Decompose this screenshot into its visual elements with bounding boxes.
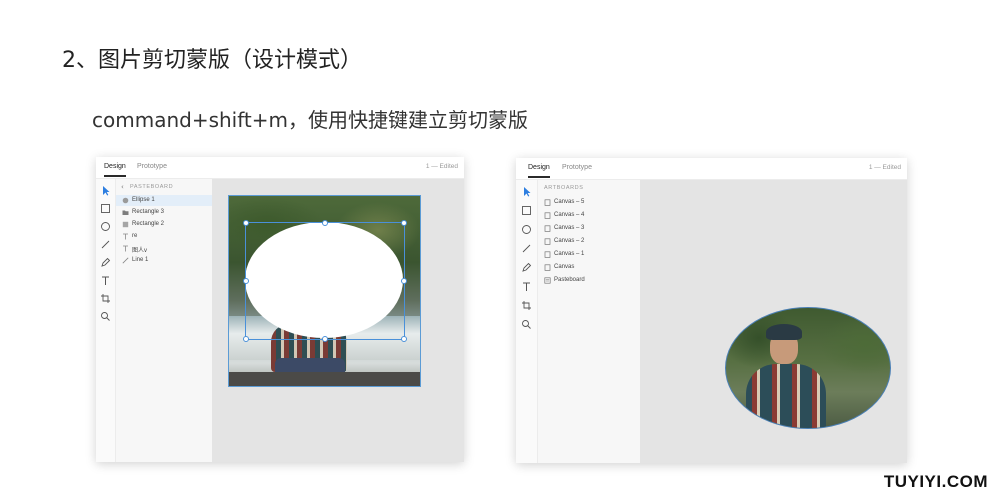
masked-ellipse-photo[interactable] — [725, 307, 891, 429]
artboard-icon — [544, 264, 551, 271]
resize-handle[interactable] — [322, 220, 328, 226]
ellipse-layer-icon — [122, 197, 129, 204]
text-layer-icon — [122, 245, 129, 252]
artboard-tool-icon[interactable] — [521, 300, 532, 311]
layer-item[interactable]: Canvas – 4 — [538, 210, 640, 221]
artboard-tool-icon[interactable] — [100, 293, 111, 304]
layer-label: Canvas – 1 — [554, 251, 585, 257]
layers-panel: ‹ PASTEBOARD Ellipse 1 Rectangle 3 Recta… — [116, 179, 213, 462]
layer-item[interactable]: Ellipse 1 — [116, 195, 212, 206]
document-status: 1 — Edited — [868, 164, 901, 171]
layer-label: Pasteboard — [554, 277, 585, 283]
layer-item[interactable]: Canvas – 3 — [538, 223, 640, 234]
layer-label: Line 1 — [132, 257, 149, 263]
photo-person-beanie — [766, 324, 802, 340]
rectangle-layer-icon — [122, 221, 129, 228]
tab-design[interactable]: Design — [528, 164, 550, 171]
layer-item[interactable]: Canvas – 2 — [538, 236, 640, 247]
tool-bar — [516, 180, 538, 463]
layers-header: PASTEBOARD — [130, 184, 174, 190]
background-photo[interactable] — [228, 195, 421, 387]
resize-handle[interactable] — [243, 278, 249, 284]
layer-item[interactable]: 图人v — [116, 243, 212, 254]
line-tool-icon[interactable] — [521, 243, 532, 254]
shortcut-description: command+shift+m，使用快捷键建立剪切蒙版 — [92, 108, 529, 132]
rectangle-tool-icon[interactable] — [521, 205, 532, 216]
selection-bounding-box — [245, 222, 405, 340]
text-tool-icon[interactable] — [521, 281, 532, 292]
artboard-icon — [544, 212, 551, 219]
layer-item[interactable]: Canvas — [538, 262, 640, 273]
layer-item[interactable]: Canvas – 5 — [538, 197, 640, 208]
tab-prototype[interactable]: Prototype — [137, 163, 167, 170]
zoom-tool-icon[interactable] — [100, 311, 111, 322]
pen-tool-icon[interactable] — [521, 262, 532, 273]
text-layer-icon — [122, 233, 129, 240]
resize-handle[interactable] — [401, 336, 407, 342]
pasteboard-icon — [544, 277, 551, 284]
select-tool-icon[interactable] — [521, 186, 532, 197]
resize-handle[interactable] — [243, 220, 249, 226]
artboard-icon — [544, 199, 551, 206]
select-tool-icon[interactable] — [100, 185, 111, 196]
zoom-tool-icon[interactable] — [521, 319, 532, 330]
rectangle-tool-icon[interactable] — [100, 203, 111, 214]
layer-label: re — [132, 233, 138, 239]
line-layer-icon — [122, 257, 129, 264]
layer-item[interactable]: Rectangle 2 — [116, 219, 212, 230]
layer-label: Canvas — [554, 264, 575, 270]
ellipse-tool-icon[interactable] — [521, 224, 532, 235]
watermark-logo: TUYIYI.COM — [883, 472, 988, 491]
resize-handle[interactable] — [401, 278, 407, 284]
design-canvas[interactable] — [212, 179, 464, 462]
folder-icon — [122, 209, 129, 216]
layer-label: Rectangle 2 — [132, 221, 165, 227]
layer-item[interactable]: Line 1 — [116, 255, 212, 266]
line-tool-icon[interactable] — [100, 239, 111, 250]
xd-window-before: Design Prototype 1 — Edited ‹ PASTEBOARD… — [96, 157, 464, 462]
app-topbar: Design Prototype 1 — Edited — [516, 158, 907, 180]
layer-item[interactable]: re — [116, 231, 212, 242]
ellipse-tool-icon[interactable] — [100, 221, 111, 232]
tab-prototype[interactable]: Prototype — [562, 164, 592, 171]
layer-item[interactable]: Rectangle 3 — [116, 207, 212, 218]
layer-item[interactable]: Pasteboard — [538, 275, 640, 286]
app-topbar: Design Prototype 1 — Edited — [96, 157, 464, 179]
xd-window-after: Design Prototype 1 — Edited ARTBOARDS Ca… — [516, 158, 907, 463]
design-canvas[interactable] — [640, 180, 907, 463]
layer-label: 图人v — [132, 248, 148, 254]
tool-bar — [96, 179, 116, 462]
text-tool-icon[interactable] — [100, 275, 111, 286]
layer-label: Ellipse 1 — [132, 197, 155, 203]
layers-panel: ARTBOARDS Canvas – 5 Canvas – 4 Canvas –… — [538, 180, 641, 463]
page-heading: 2、图片剪切蒙版（设计模式） — [62, 48, 362, 73]
active-tab-indicator — [104, 175, 126, 177]
resize-handle[interactable] — [401, 220, 407, 226]
layers-header: ARTBOARDS — [544, 185, 584, 191]
layer-label: Canvas – 4 — [554, 212, 585, 218]
layer-item[interactable]: Canvas – 1 — [538, 249, 640, 260]
back-chevron-icon[interactable]: ‹ — [121, 183, 124, 191]
artboard-icon — [544, 251, 551, 258]
layer-label: Rectangle 3 — [132, 209, 165, 215]
active-tab-indicator — [528, 176, 550, 178]
tab-design[interactable]: Design — [104, 163, 126, 170]
artboard-icon — [544, 238, 551, 245]
artboard-icon — [544, 225, 551, 232]
layer-label: Canvas – 5 — [554, 199, 585, 205]
layer-label: Canvas – 3 — [554, 225, 585, 231]
resize-handle[interactable] — [243, 336, 249, 342]
pen-tool-icon[interactable] — [100, 257, 111, 268]
resize-handle[interactable] — [322, 336, 328, 342]
photo-person-sweater — [746, 364, 826, 428]
layer-label: Canvas – 2 — [554, 238, 585, 244]
document-status: 1 — Edited — [425, 163, 458, 170]
photo-ground — [229, 372, 420, 386]
